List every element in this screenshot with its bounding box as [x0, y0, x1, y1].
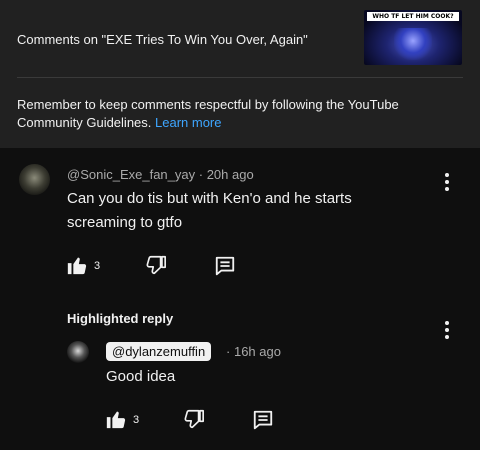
comment-icon[interactable] — [252, 409, 274, 431]
comment-meta: @Sonic_Exe_fan_yay · 20h ago — [67, 167, 254, 182]
comment-icon[interactable] — [214, 255, 236, 277]
thumbs-down-icon[interactable] — [183, 408, 205, 430]
thumbnail-banner: WHO TF LET HIM COOK? — [367, 12, 459, 21]
comment-time: 20h ago — [206, 167, 254, 182]
comments-title: Comments on "EXE Tries To Win You Over, … — [17, 32, 308, 47]
comment-author-avatar[interactable] — [19, 164, 50, 195]
header-divider — [17, 77, 463, 78]
comment-like-count: 3 — [94, 260, 101, 272]
thumbs-up-icon[interactable] — [105, 408, 127, 430]
comments-header: Comments on "EXE Tries To Win You Over, … — [0, 0, 480, 148]
highlighted-reply-label: Highlighted reply — [67, 311, 174, 326]
meta-separator: · — [198, 167, 204, 182]
reply-author-chip[interactable]: @dylanzemuffin — [106, 342, 212, 361]
reply-text: Good idea — [106, 368, 176, 385]
thumbnail-figure — [394, 28, 432, 60]
reply-like-count: 3 — [133, 414, 140, 426]
reply-meta: · 16h ago — [226, 344, 281, 359]
reply-more-icon[interactable] — [445, 321, 449, 339]
meta-separator: · — [226, 344, 231, 359]
comment-text: Can you do tis but with Ken'o and he sta… — [67, 190, 352, 231]
comment-author[interactable]: @Sonic_Exe_fan_yay — [67, 167, 195, 182]
video-thumbnail[interactable]: WHO TF LET HIM COOK? — [364, 10, 462, 65]
comment-more-icon[interactable] — [445, 173, 449, 191]
reply-author-avatar[interactable] — [67, 341, 89, 363]
thumbs-up-icon[interactable] — [66, 254, 88, 276]
learn-more-link[interactable]: Learn more — [155, 115, 221, 130]
community-guidelines-notice: Remember to keep comments respectful by … — [17, 96, 457, 132]
reply-time: 16h ago — [233, 344, 281, 359]
thumbs-down-icon[interactable] — [145, 254, 167, 276]
